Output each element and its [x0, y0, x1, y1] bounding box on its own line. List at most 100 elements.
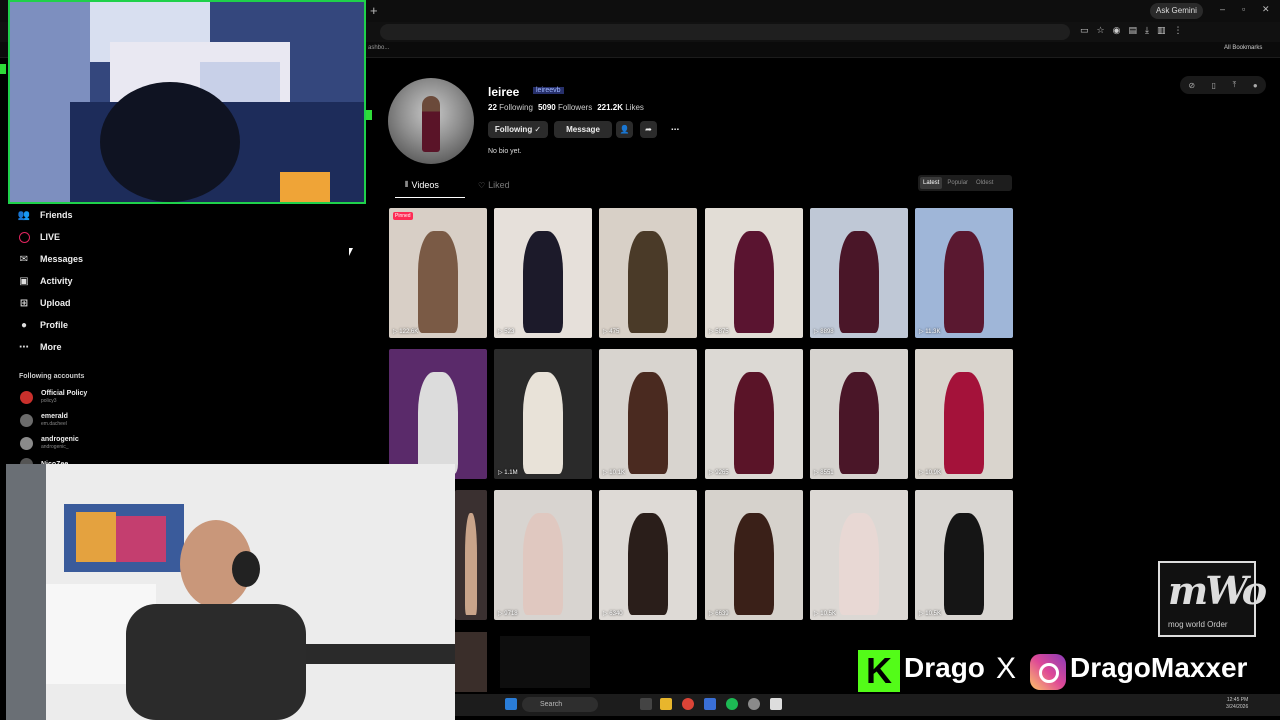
video-preview-panel: [500, 636, 590, 688]
sort-toggle: Latest Popular Oldest: [918, 175, 1012, 191]
following-account[interactable]: Official Policy policy3: [20, 390, 87, 404]
green-marker: [366, 110, 372, 120]
all-bookmarks[interactable]: All Bookmarks: [1224, 45, 1262, 51]
new-tab-button[interactable]: +: [370, 3, 378, 18]
video-thumbnail[interactable]: ▷ 6340: [599, 490, 697, 620]
video-thumbnail[interactable]: ▷ 475: [599, 208, 697, 338]
sidebar-item-more[interactable]: ⋯ More: [18, 341, 62, 353]
taskbar-search[interactable]: Search: [522, 697, 598, 712]
following-stat[interactable]: 22 Following: [488, 103, 533, 112]
maximize-button[interactable]: ▫: [1242, 4, 1245, 14]
view-count: ▷ 5875: [709, 329, 729, 335]
sort-popular[interactable]: Popular: [944, 177, 971, 189]
tab-liked[interactable]: ♡ Liked: [478, 180, 510, 190]
sidebar-item-profile[interactable]: ● Profile: [18, 319, 68, 331]
video-subject: [734, 372, 774, 474]
sidebar-item-activity[interactable]: ▣ Activity: [18, 275, 73, 287]
account-handle: androgenic_: [41, 444, 69, 450]
video-thumbnail[interactable]: ▷ 5875: [705, 208, 803, 338]
device-icon[interactable]: ▯: [1212, 81, 1216, 90]
video-thumbnail[interactable]: ▷ 8898: [810, 208, 908, 338]
minimize-button[interactable]: –: [1220, 4, 1225, 14]
spotify-icon[interactable]: [726, 698, 738, 710]
upload-icon[interactable]: ⤒: [1233, 80, 1237, 90]
sort-latest[interactable]: Latest: [920, 177, 943, 189]
upload-icon: ⊞: [19, 297, 29, 309]
heart-icon: ♡: [478, 180, 486, 190]
followers-stat[interactable]: 5090 Followers: [538, 103, 592, 112]
grid-icon: ⦀: [405, 180, 409, 189]
video-thumbnail[interactable]: ▷ 9718: [494, 490, 592, 620]
more-options-icon[interactable]: ⋯: [665, 121, 685, 138]
video-thumbnail[interactable]: ▷ 9265: [705, 349, 803, 479]
video-subject: [944, 372, 984, 474]
avatar[interactable]: ●: [1253, 81, 1258, 90]
ask-gemini-button[interactable]: Ask Gemini: [1150, 3, 1203, 19]
star-icon[interactable]: ☆: [1097, 25, 1105, 36]
webcam-top: [8, 0, 366, 204]
account-name: emerald: [41, 413, 68, 420]
video-thumbnail[interactable]: Pinned ▷ 122.6K: [389, 208, 487, 338]
extension-icon[interactable]: ◉: [1113, 25, 1121, 36]
profile-stats: 22 Following 5090 Followers 221.2K Likes: [488, 103, 644, 112]
video-thumbnail[interactable]: [389, 349, 487, 479]
video-thumbnail[interactable]: ▷ 10.9K: [915, 349, 1013, 479]
vscode-icon[interactable]: [704, 698, 716, 710]
windows-start-icon[interactable]: [505, 698, 517, 710]
app-icon[interactable]: [748, 698, 760, 710]
video-subject: [944, 231, 984, 333]
sidebar-item-live[interactable]: LIVE: [18, 231, 60, 243]
live-icon: [18, 231, 30, 243]
view-count: ▷ 10.9K: [919, 470, 941, 476]
sidebar-icon[interactable]: ▥: [1157, 25, 1166, 36]
profile-bio: No bio yet.: [488, 148, 522, 155]
sidebar-item-label: Activity: [40, 276, 73, 286]
menu-icon[interactable]: ⋮: [1173, 25, 1182, 36]
video-thumbnail[interactable]: ▷ 8551: [810, 349, 908, 479]
file-explorer-icon[interactable]: [660, 698, 672, 710]
video-thumbnail[interactable]: ▷ 10.1K: [599, 349, 697, 479]
toolbar-icons: ▭ ☆ ◉ ▤ ⤓ ▥ ⋮: [1080, 25, 1182, 36]
video-thumbnail[interactable]: ▷ 10.5K: [915, 490, 1013, 620]
video-subject: [839, 372, 879, 474]
compass-icon[interactable]: ⊘: [1188, 81, 1195, 90]
bookmark-item[interactable]: ashbo...: [368, 45, 389, 51]
following-button[interactable]: Following ✓: [488, 121, 548, 138]
view-count: ▷ 10.5K: [814, 611, 836, 617]
likes-stat: 221.2K Likes: [597, 103, 644, 112]
url-field[interactable]: [380, 24, 1070, 40]
sidebar-item-friends[interactable]: 👥 Friends: [18, 209, 73, 221]
video-thumbnail[interactable]: [455, 490, 487, 620]
following-account[interactable]: emerald em.dacheel: [20, 413, 68, 427]
tab-videos[interactable]: ⦀ Videos: [405, 180, 439, 190]
taskbar-clock[interactable]: 12:45 PM 3/24/2026: [1226, 697, 1248, 711]
app-icon[interactable]: [770, 698, 782, 710]
video-thumbnail[interactable]: ▷ 10.5K: [810, 490, 908, 620]
message-button[interactable]: Message: [554, 121, 612, 138]
kick-icon: K: [858, 650, 900, 692]
puzzle-icon[interactable]: ▤: [1128, 25, 1137, 36]
video-thumbnail[interactable]: ▷ 11.3K: [915, 208, 1013, 338]
mouse-cursor: [349, 248, 353, 256]
task-view-icon[interactable]: [640, 698, 652, 710]
sidebar-item-upload[interactable]: ⊞ Upload: [18, 297, 71, 309]
video-subject: [734, 513, 774, 615]
following-account[interactable]: androgenic androgenic_: [20, 436, 79, 450]
add-friend-icon[interactable]: 👤: [616, 121, 633, 138]
profile-avatar[interactable]: [388, 78, 474, 164]
share-icon[interactable]: ➦: [640, 121, 657, 138]
avatar: [20, 436, 33, 450]
sort-oldest[interactable]: Oldest: [973, 177, 996, 189]
video-subject: [839, 513, 879, 615]
close-window-button[interactable]: ✕: [1262, 4, 1270, 15]
account-name: androgenic: [41, 436, 79, 443]
video-thumbnail[interactable]: ▷ 6639: [705, 490, 803, 620]
download-icon[interactable]: ⤓: [1145, 25, 1149, 36]
sidebar-item-messages[interactable]: ✉ Messages: [18, 253, 83, 265]
cast-icon[interactable]: ▭: [1080, 25, 1089, 36]
video-thumbnail[interactable]: ▷ 523: [494, 208, 592, 338]
x-icon: X: [995, 652, 1016, 685]
video-thumbnail[interactable]: ▷ 1.1M: [494, 349, 592, 479]
view-count: ▷ 122.6K: [393, 329, 419, 335]
chrome-icon[interactable]: [682, 698, 694, 710]
